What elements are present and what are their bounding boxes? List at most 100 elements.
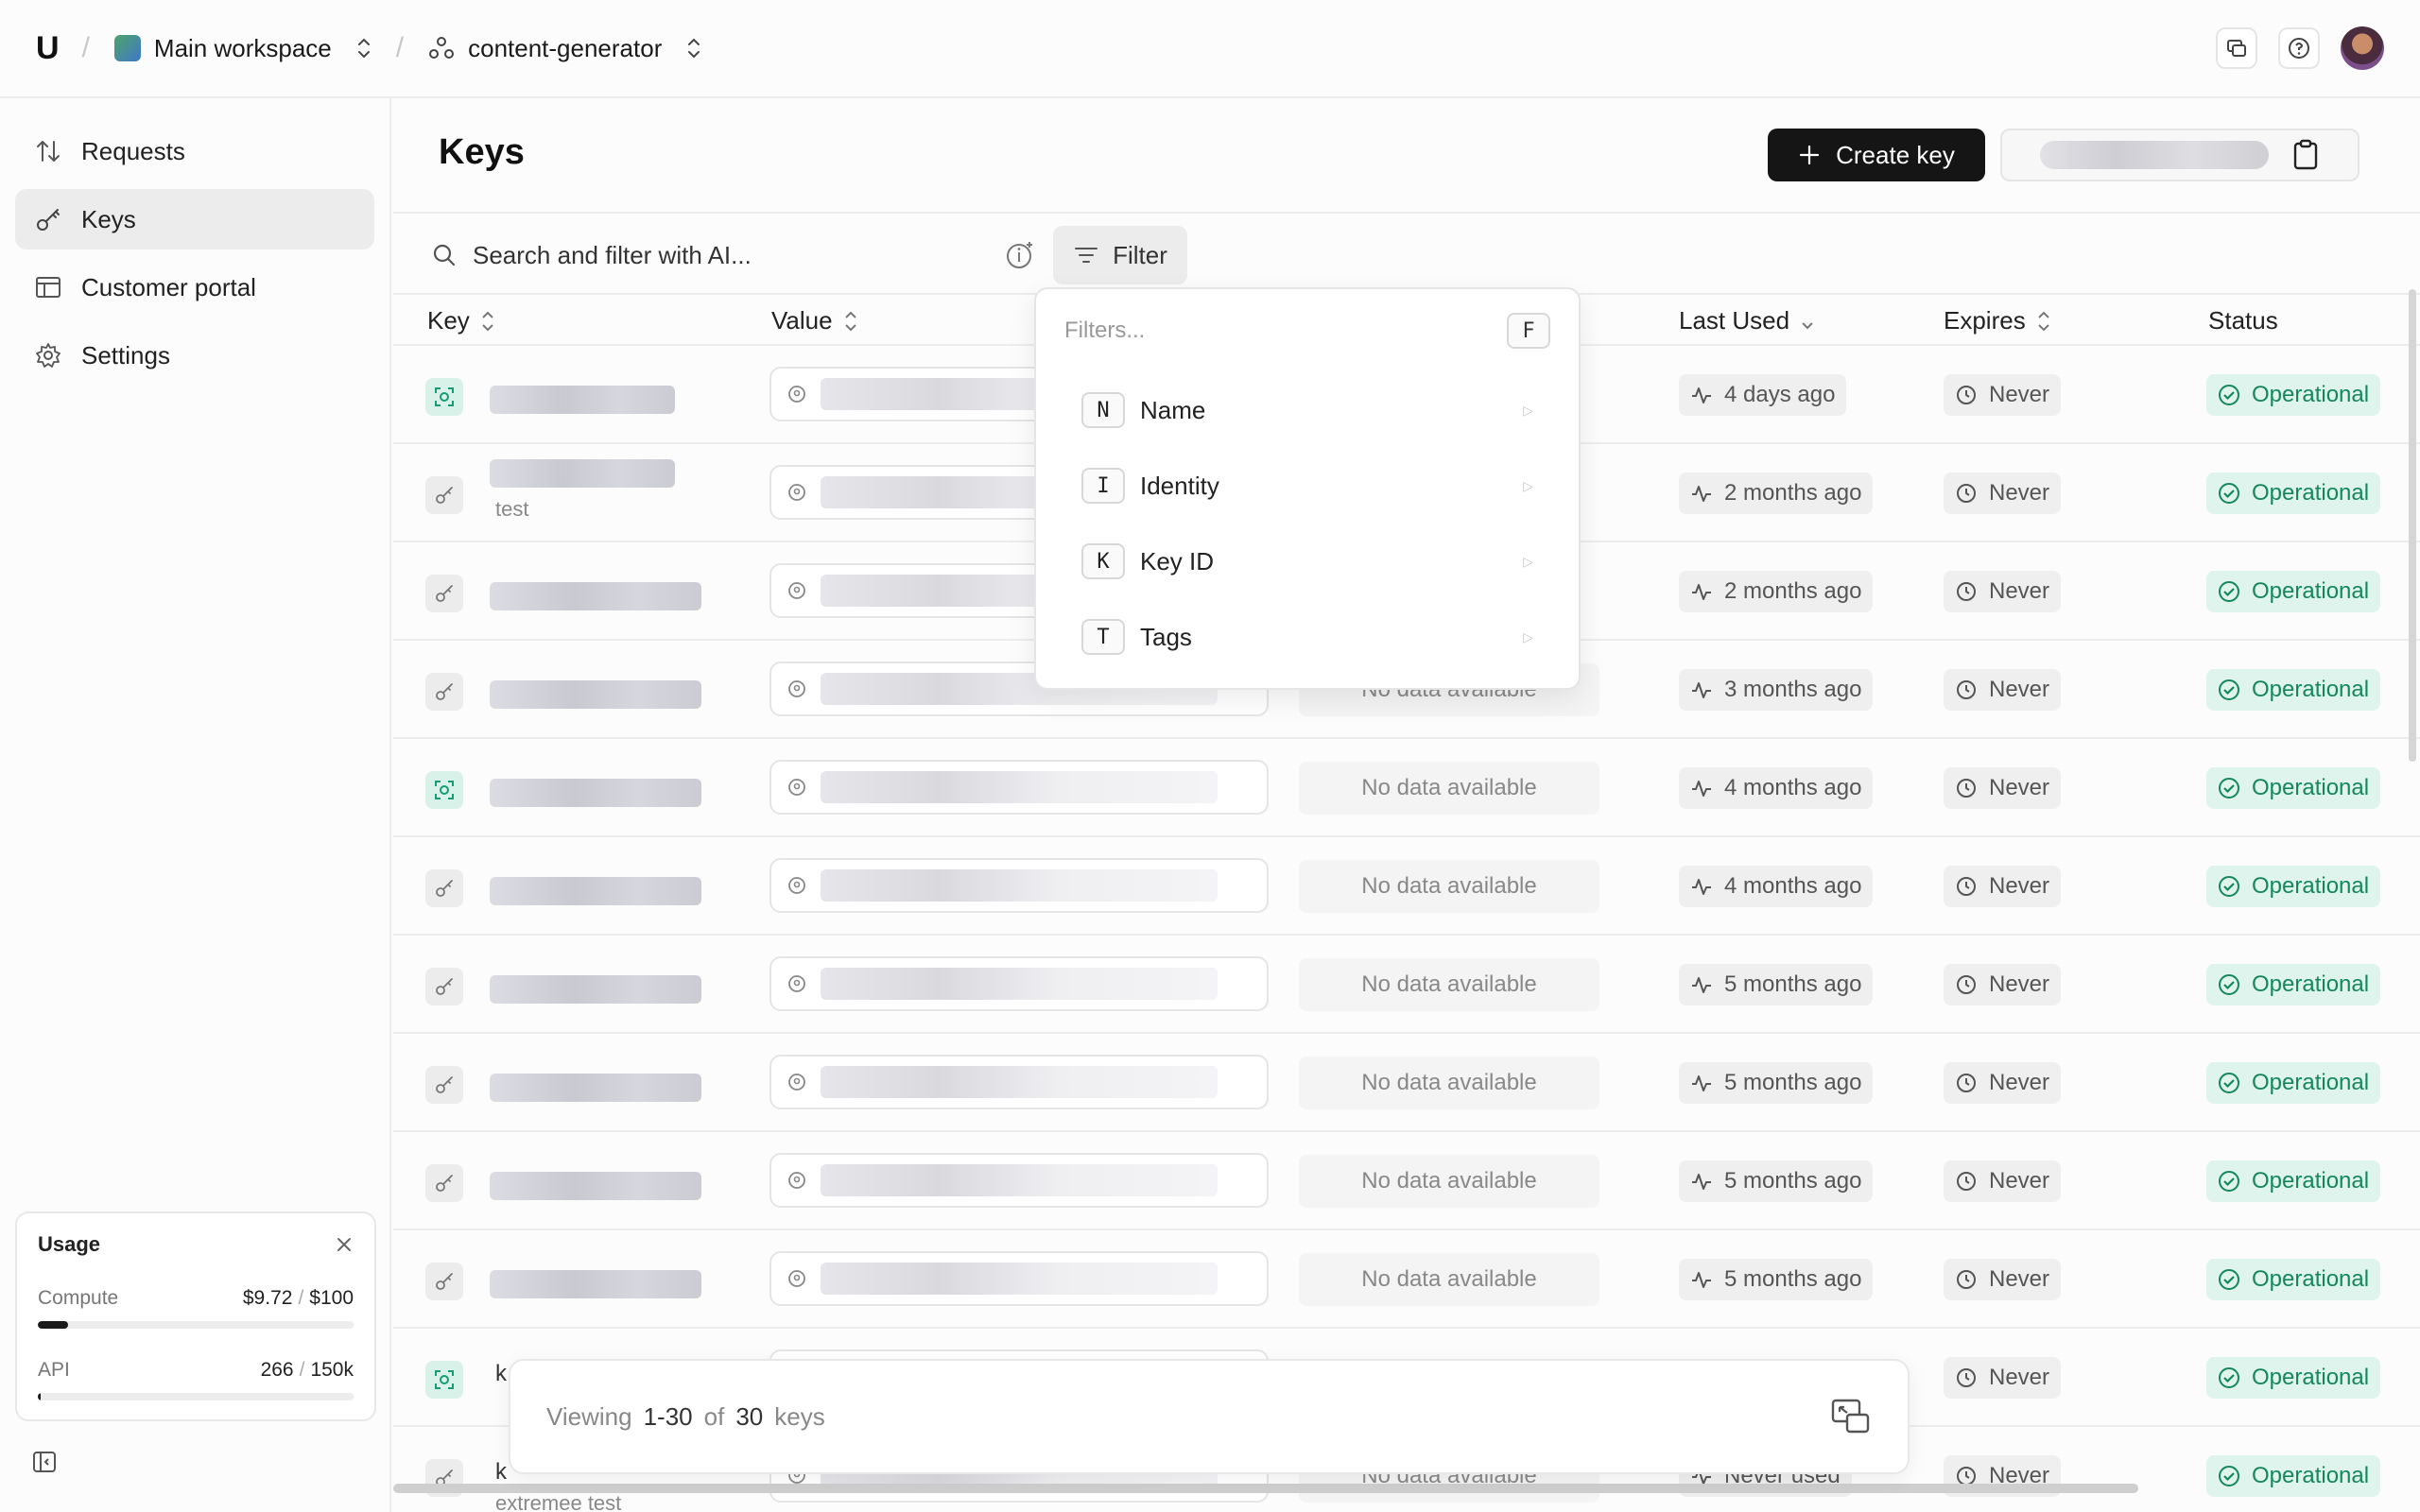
usage-cell: No data available [1299, 860, 1599, 913]
column-expires[interactable]: Expires [1944, 306, 2050, 335]
check-circle-icon [2219, 1171, 2239, 1192]
table-row[interactable]: No data available 4 months ago Never Operat… [393, 837, 2420, 936]
key-subtitle: test [495, 497, 529, 521]
feedback-button[interactable] [2216, 27, 2257, 69]
filter-option-label: Key ID [1140, 546, 1215, 576]
close-icon[interactable] [335, 1235, 354, 1254]
sidebar: Requests Keys Customer portal Settings U… [0, 98, 391, 1512]
filter-button[interactable]: Filter [1053, 226, 1187, 284]
column-status[interactable]: Status [2208, 306, 2278, 335]
last-used-badge: 2 months ago [1679, 571, 1874, 612]
status-badge: Operational [2206, 767, 2381, 809]
key-icon [37, 209, 60, 231]
expires-badge: Never [1944, 374, 2062, 416]
sidebar-item-label: Customer portal [81, 272, 256, 301]
key-name-masked [490, 386, 675, 414]
search-input[interactable]: Search and filter with AI... [431, 239, 1036, 271]
activity-icon [1692, 1075, 1711, 1091]
sidebar-toggle-icon [33, 1452, 56, 1472]
column-key[interactable]: Key [427, 306, 494, 335]
key-icon [436, 880, 453, 897]
expires-text: Never [1989, 873, 2050, 899]
key-type-badge [425, 1361, 463, 1399]
sidebar-item-requests[interactable]: Requests [15, 121, 374, 181]
expires-badge: Never [1944, 964, 2062, 1005]
status-badge: Operational [2206, 1259, 2381, 1300]
table-row[interactable]: No data available 5 months ago Never Operat… [393, 1230, 2420, 1329]
api-used: 266 [260, 1359, 294, 1381]
status-badge: Operational [2206, 1160, 2381, 1202]
sort-icon [844, 311, 856, 331]
key-icon [436, 683, 453, 700]
filter-option-identity[interactable]: I Identity ▷ [1036, 448, 1579, 524]
submenu-arrow-icon: ▷ [1523, 402, 1533, 418]
sort-icon [482, 311, 493, 331]
status-text: Operational [2252, 677, 2370, 702]
user-avatar[interactable] [2341, 26, 2384, 70]
status-text: Operational [2252, 1365, 2370, 1390]
page-title: Keys [439, 132, 525, 172]
key-type-badge [425, 673, 463, 711]
expires-text: Never [1989, 1070, 2050, 1095]
usage-cell: No data available [1299, 1057, 1599, 1109]
project-icon [429, 37, 455, 59]
key-value-field[interactable] [769, 760, 1269, 815]
filter-option-tags[interactable]: T Tags ▷ [1036, 599, 1579, 675]
key-value-field[interactable] [769, 1251, 1269, 1306]
key-icon [436, 1273, 453, 1290]
expand-icon[interactable] [1830, 1398, 1872, 1435]
shield-icon [788, 582, 805, 599]
key-name-masked [490, 1172, 701, 1200]
project-switcher[interactable]: content-generator [468, 34, 662, 63]
check-circle-icon [2219, 385, 2239, 405]
table-row[interactable]: No data available 5 months ago Never Operat… [393, 1132, 2420, 1230]
key-value-field[interactable] [769, 858, 1269, 913]
key-icon [436, 1175, 453, 1192]
usage-card: Usage Compute $9.72/$100 API 266/150k [15, 1211, 376, 1421]
vertical-scrollbar[interactable] [2409, 289, 2416, 762]
table-row[interactable]: No data available 4 months ago Never Operat… [393, 739, 2420, 837]
filter-option-key-id[interactable]: K Key ID ▷ [1036, 524, 1579, 599]
collapse-sidebar-button[interactable] [32, 1450, 57, 1479]
help-button[interactable] [2278, 27, 2320, 69]
last-used-badge: 5 months ago [1679, 1160, 1874, 1202]
table-row[interactable]: No data available 5 months ago Never Operat… [393, 1034, 2420, 1132]
expires-text: Never [1989, 971, 2050, 997]
breadcrumb-separator: / [81, 32, 90, 63]
masked-value [821, 1164, 1218, 1196]
check-circle-icon [2219, 1466, 2239, 1486]
key-name: k [495, 1459, 507, 1485]
key-value-field[interactable] [769, 956, 1269, 1011]
filter-search-placeholder: Filters... [1064, 318, 1146, 343]
root-key-icon [435, 781, 454, 799]
ai-info-icon[interactable] [1004, 239, 1036, 271]
workspace-switcher[interactable]: Main workspace [154, 34, 332, 63]
app-logo[interactable]: U [36, 30, 60, 67]
last-used-text: 4 days ago [1724, 382, 1836, 407]
table-row[interactable]: No data available 5 months ago Never Operat… [393, 936, 2420, 1034]
sidebar-item-customer-portal[interactable]: Customer portal [15, 257, 374, 318]
main-content: Keys Create key Search and filter with A… [393, 98, 2420, 1512]
key-value-field[interactable] [769, 1153, 1269, 1208]
activity-icon [1692, 486, 1711, 502]
clock-icon [1957, 386, 1976, 404]
expires-badge: Never [1944, 571, 2062, 612]
clock-icon [1957, 1172, 1976, 1191]
status-text: Operational [2252, 1463, 2370, 1488]
chevron-updown-icon[interactable] [356, 36, 372, 60]
check-circle-icon [2219, 1367, 2239, 1388]
key-value-field[interactable] [769, 1055, 1269, 1109]
activity-icon [1692, 781, 1711, 797]
filter-option-name[interactable]: N Name ▷ [1036, 372, 1579, 448]
filter-search[interactable]: Filters... F [1036, 289, 1579, 372]
table-icon [36, 277, 60, 298]
create-key-button[interactable]: Create key [1768, 129, 1985, 181]
horizontal-scrollbar[interactable] [393, 1484, 2138, 1493]
clipboard-icon[interactable] [2291, 139, 2320, 171]
sidebar-item-keys[interactable]: Keys [15, 189, 374, 249]
last-used-text: 5 months ago [1724, 971, 1862, 997]
column-last-used[interactable]: Last Used [1679, 306, 1814, 335]
chevron-updown-icon[interactable] [686, 36, 701, 60]
column-value[interactable]: Value [771, 306, 857, 335]
sidebar-item-settings[interactable]: Settings [15, 325, 374, 386]
